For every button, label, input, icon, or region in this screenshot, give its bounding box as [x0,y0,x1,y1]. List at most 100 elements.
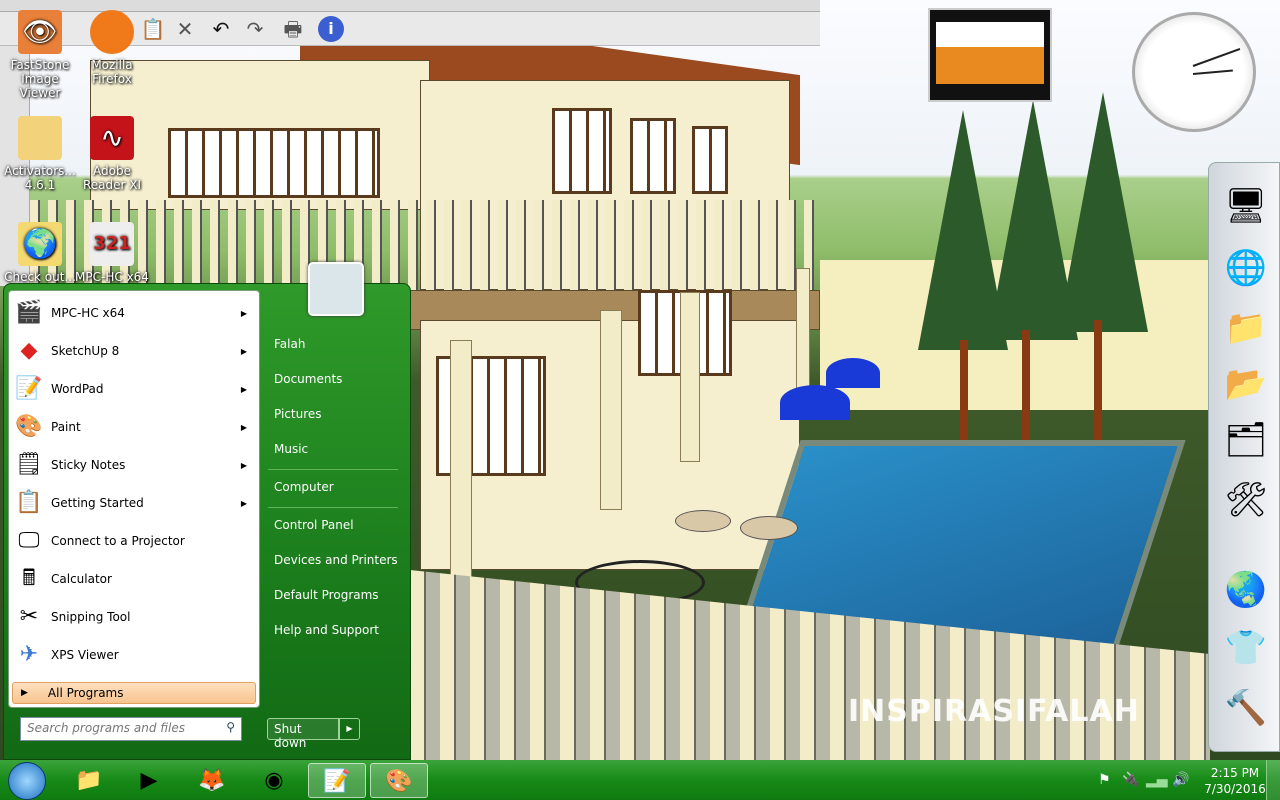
submenu-arrow-icon: ▶ [240,384,247,394]
action-center-flag-icon[interactable]: ⚑ [1098,772,1111,788]
tray-date: 7/30/2016 [1204,782,1266,796]
menu-item-label: XPS Viewer [51,648,119,662]
pine-tree [1058,92,1148,332]
taskbar-firefox-icon[interactable]: 🦊 [183,763,241,798]
menu-item-mpc[interactable]: 🎬 MPC-HC x64 ▶ [13,295,257,331]
start-right-devices-printers[interactable]: Devices and Printers [274,553,398,567]
window [630,118,676,194]
show-desktop-button[interactable] [1266,760,1280,800]
start-right-documents[interactable]: Documents [274,372,342,386]
all-programs-button[interactable]: ▶ All Programs [12,682,256,704]
menu-item-calculator[interactable]: 🖩 Calculator [13,561,257,597]
watermark: INSPIRASIFALAH [848,694,1140,729]
menu-item-label: WordPad [51,382,104,396]
delete-icon[interactable]: ✕ [172,16,198,42]
taskbar-wordpad-icon[interactable]: 📝 [308,763,366,798]
shutdown-button[interactable]: Shut down [267,718,339,750]
network-globe-icon[interactable]: 🌐 [1219,241,1273,295]
print-icon[interactable]: 🖶 [280,16,306,42]
undo-icon[interactable]: ↶ [208,16,234,42]
start-right-computer[interactable]: Computer [274,480,334,494]
pictures-folder-icon[interactable]: 🗂 [1219,413,1273,467]
power-icon[interactable]: 🔌 [1122,772,1139,788]
shutdown-options-arrow[interactable]: ▶ [339,718,360,740]
sticky-notes-icon: 🗒 [15,452,43,477]
taskbar-media-player-icon[interactable]: ▶ [120,763,178,798]
start-right-music[interactable]: Music [274,442,308,456]
icon-label: FastStone Image Viewer [10,58,70,100]
start-right-falah[interactable]: Falah [274,337,305,351]
start-right-default-programs[interactable]: Default Programs [274,588,379,602]
icon-label: Activators... 4.6.1 [4,164,76,192]
globe-icon[interactable]: 🌏 [1219,563,1273,617]
clock-gadget[interactable] [1132,12,1256,132]
info-icon[interactable]: i [318,16,344,42]
desktop-icon-adobe-reader[interactable]: ∿ Adobe Reader XI [72,116,152,192]
getting-started-icon: 📋 [15,490,43,515]
eye-icon: 👁 [18,10,62,54]
calculator-icon: 🖩 [22,566,36,591]
music-folder-icon[interactable]: 📂 [1219,357,1273,411]
menu-item-wordpad[interactable]: 📝 WordPad ▶ [13,371,257,407]
tray-clock[interactable]: 2:15 PM 7/30/2016 [1200,765,1270,797]
umbrella [826,358,880,388]
start-right-control-panel[interactable]: Control Panel [274,518,354,532]
menu-item-xps-viewer[interactable]: ✈ XPS Viewer [13,637,257,673]
scissors-icon: ✂ [19,604,39,629]
dock-bar: 🖥 🌐 📁 📂 🗂 🛠 🌏 👕 🔨 [1208,162,1280,752]
desktop-icon-faststone[interactable]: 👁 FastStone Image Viewer [0,10,80,100]
desktop-icon-activators[interactable]: Activators... 4.6.1 [0,116,80,192]
submenu-arrow-icon: ▶ [240,308,247,318]
window [692,126,728,194]
tray-time: 2:15 PM [1210,766,1260,780]
sketchup-icon: ◆ [20,338,38,363]
hammer-icon[interactable]: 🔨 [1219,681,1273,735]
search-input[interactable]: Search programs and files ⚲ [20,717,242,741]
taskbar-explorer-icon[interactable]: 📁 [60,763,118,798]
column [450,340,472,580]
submenu-arrow-icon: ▶ [240,460,247,470]
redo-icon[interactable]: ↷ [242,16,268,42]
menu-item-label: Snipping Tool [51,610,131,624]
menu-item-getting-started[interactable]: 📋 Getting Started ▶ [13,485,257,521]
network-signal-icon[interactable]: ▂▄ [1146,772,1168,788]
window [168,128,380,198]
search-icon: ⚲ [226,720,235,734]
start-right-pictures[interactable]: Pictures [274,407,322,421]
start-button[interactable] [8,762,46,800]
menu-item-sticky-notes[interactable]: 🗒 Sticky Notes ▶ [13,447,257,483]
documents-folder-icon[interactable]: 📁 [1219,301,1273,355]
monitor-icon[interactable]: 🖥 [1219,179,1273,233]
all-programs-label: All Programs [47,686,124,700]
search-placeholder: Search programs and files [27,721,185,735]
preview-thumbnail [928,8,1052,102]
arrow-right-icon: ▶ [21,688,28,698]
divider [268,469,398,470]
column [796,268,810,398]
taskbar-paint-icon[interactable]: 🎨 [370,763,428,798]
menu-item-sketchup[interactable]: ◆ SketchUp 8 ▶ [13,333,257,369]
tshirt-icon[interactable]: 👕 [1219,621,1273,675]
menu-item-paint[interactable]: 🎨 Paint ▶ [13,409,257,445]
start-right-help-support[interactable]: Help and Support [274,623,379,637]
tools-icon[interactable]: 🛠 [1219,473,1273,527]
mpc-icon: 🎬 [15,300,43,325]
user-picture[interactable] [308,262,364,316]
icon-label: Adobe Reader XI [82,164,142,192]
submenu-arrow-icon: ▶ [240,422,247,432]
menu-item-label: SketchUp 8 [51,344,120,358]
desktop-icon-firefox[interactable]: Mozilla Firefox [72,10,152,86]
icon-label: MPC-HC x64 [75,270,149,284]
firefox-icon [90,10,134,54]
menu-item-snipping-tool[interactable]: ✂ Snipping Tool [13,599,257,635]
taskbar-chrome-icon[interactable]: ◉ [245,763,303,798]
volume-icon[interactable]: 🔊 [1172,772,1189,788]
menu-item-projector[interactable]: 🖵 Connect to a Projector [13,523,257,559]
desktop-icon-mpc[interactable]: 321 MPC-HC x64 [72,222,152,284]
desktop-icon-checkout[interactable]: 🌍 Check out... [0,222,80,284]
xps-icon: ✈ [19,642,39,667]
menu-item-label: Calculator [51,572,112,586]
start-menu-programs: 🎬 MPC-HC x64 ▶ ◆ SketchUp 8 ▶ 📝 WordPad ▶ 🎨 Pai… [8,290,260,708]
stepping-stone [675,510,731,532]
menu-item-label: Connect to a Projector [51,534,185,548]
